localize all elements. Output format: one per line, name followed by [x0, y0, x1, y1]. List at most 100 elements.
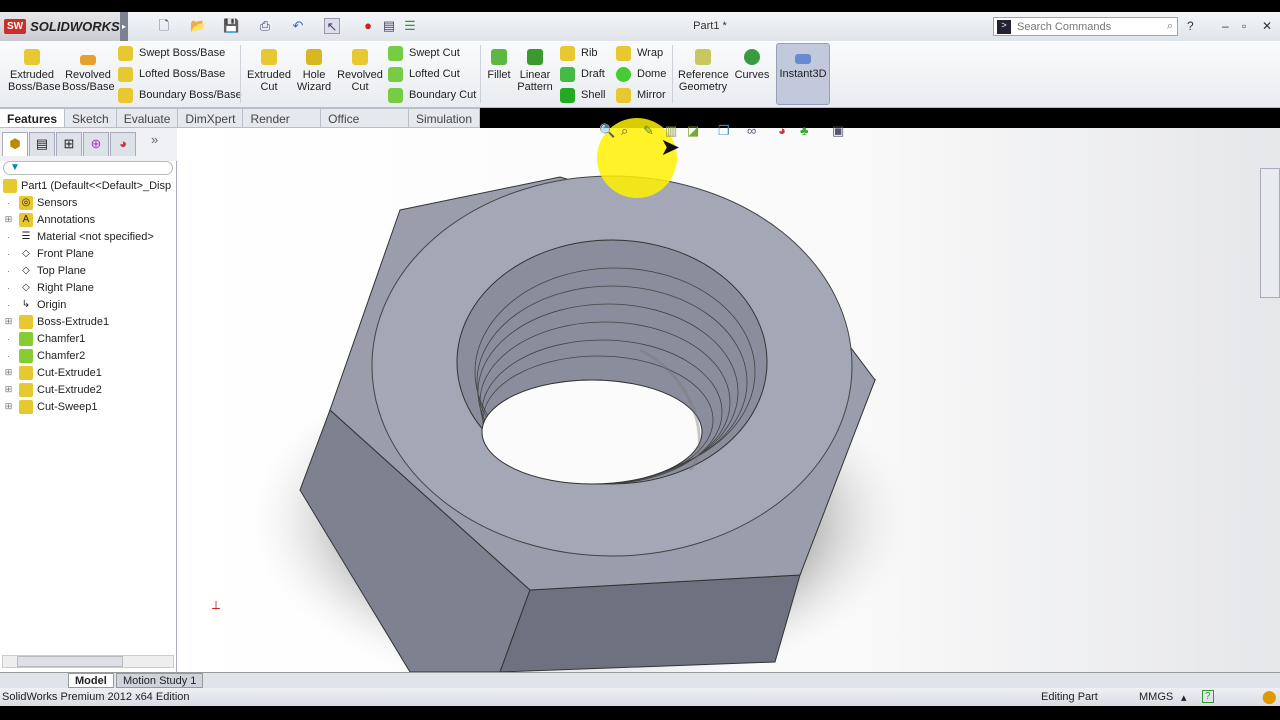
tree-item[interactable]: · Chamfer2 — [0, 347, 85, 364]
revolved-boss-button[interactable]: Revolved Boss/Base — [62, 49, 115, 93]
search-icon[interactable]: ⌕ — [1167, 20, 1173, 33]
tab-model[interactable]: Model — [68, 673, 114, 688]
horizontal-scrollbar[interactable] — [2, 655, 174, 668]
tab-simulation[interactable]: Simulation — [408, 108, 480, 128]
help-icon[interactable]: ? — [1187, 19, 1194, 33]
boundary-boss-button[interactable]: Boundary Boss/Base — [118, 87, 242, 103]
tree-item[interactable]: ⊞ Cut-Sweep1 — [0, 398, 98, 415]
revolved-cut-button[interactable]: Revolved Cut — [337, 49, 383, 93]
view-orientation-icon[interactable]: ◪ — [687, 123, 699, 139]
apply-scene-icon[interactable]: ♣ — [800, 123, 809, 138]
swept-boss-button[interactable]: Swept Boss/Base — [118, 45, 242, 61]
lofted-cut-button[interactable]: Lofted Cut — [388, 66, 476, 82]
zoom-to-fit-icon[interactable]: 🔍 — [599, 123, 615, 139]
dimxpert-manager-tab-icon[interactable]: ⊕ — [83, 132, 109, 156]
expand-icon[interactable]: ⊞ — [4, 367, 13, 378]
fillet-button[interactable]: Fillet — [486, 49, 512, 81]
tree-item[interactable]: · ↳ Origin — [0, 296, 66, 313]
expand-icon[interactable]: ⊞ — [4, 214, 13, 225]
rib-button[interactable]: Rib — [560, 45, 605, 61]
tree-root[interactable]: Part1 (Default<<Default>_Disp — [0, 177, 171, 194]
command-manager-tabs: Features Sketch Evaluate DimXpert Render… — [0, 108, 480, 140]
maximize-button[interactable]: ▫ — [1242, 19, 1246, 33]
extruded-cut-button[interactable]: Extruded Cut — [246, 49, 292, 93]
curves-button[interactable]: Curves — [734, 49, 770, 81]
tab-evaluate[interactable]: Evaluate — [116, 108, 179, 128]
open-icon[interactable]: 📂 — [190, 18, 206, 34]
options-icon[interactable]: ☰ — [402, 18, 418, 34]
tree-item[interactable]: ⊞ A Annotations — [0, 211, 95, 228]
tree-item[interactable]: ⊞ Cut-Extrude1 — [0, 364, 102, 381]
boss-group: Swept Boss/Base Lofted Boss/Base Boundar… — [118, 45, 242, 103]
label: Cut-Sweep1 — [37, 400, 98, 413]
menu-expand-arrow[interactable]: ▸ — [120, 12, 128, 41]
section-view-icon[interactable]: ▥ — [665, 123, 677, 139]
hole-wizard-icon — [306, 49, 322, 65]
edit-appearance-icon[interactable]: ◕ — [778, 123, 786, 138]
lofted-boss-button[interactable]: Lofted Boss/Base — [118, 66, 242, 82]
display-manager-tab-icon[interactable]: ◕ — [110, 132, 136, 156]
close-button[interactable]: ✕ — [1262, 19, 1272, 33]
display-style-icon[interactable]: ❒ — [718, 123, 730, 139]
expand-icon[interactable]: ⊞ — [4, 401, 13, 412]
print-icon[interactable]: ⎙ — [257, 18, 273, 34]
tree-item[interactable]: · ◇ Right Plane — [0, 279, 94, 296]
tree-connector: · — [7, 299, 10, 310]
task-pane-tabs[interactable] — [1260, 168, 1280, 298]
file-properties-icon[interactable]: ▤ — [381, 18, 397, 34]
tree-item[interactable]: · Chamfer1 — [0, 330, 85, 347]
tab-render-tools[interactable]: Render Tools — [243, 108, 322, 140]
graphics-area[interactable]: ➤ ⟂ — [177, 118, 1280, 700]
wrap-button[interactable]: Wrap — [616, 45, 666, 61]
feature-manager-tab-icon[interactable]: ⬢ — [2, 132, 28, 156]
save-icon[interactable]: 💾 — [223, 18, 239, 34]
hide-show-items-icon[interactable]: ∞ — [747, 123, 756, 138]
configuration-manager-tab-icon[interactable]: ⊞ — [56, 132, 82, 156]
tab-features[interactable]: Features — [0, 108, 66, 128]
boundary-cut-button[interactable]: Boundary Cut — [388, 87, 476, 103]
swept-cut-button[interactable]: Swept Cut — [388, 45, 476, 61]
instant3d-button[interactable]: Instant3D — [776, 43, 830, 105]
previous-view-icon[interactable]: ✎ — [643, 123, 654, 139]
help-icon[interactable]: ? — [1202, 690, 1214, 703]
undo-icon[interactable]: ↶ — [290, 18, 306, 34]
view-settings-icon[interactable]: ▣ — [832, 123, 844, 139]
tree-item[interactable]: · ◇ Top Plane — [0, 262, 86, 279]
feature-filter-input[interactable]: ▼ — [3, 161, 173, 175]
rebuild-status-icon[interactable]: ⬤ — [1262, 689, 1277, 705]
search-commands-input[interactable]: > Search Commands ⌕ — [993, 17, 1178, 36]
minimize-button[interactable]: – — [1222, 19, 1229, 33]
tree-item[interactable]: · ☰ Material <not specified> — [0, 228, 154, 245]
tab-motion-study-1[interactable]: Motion Study 1 — [116, 673, 204, 688]
select-icon[interactable]: ↖ — [324, 18, 340, 34]
scroll-thumb[interactable] — [17, 656, 123, 667]
revolved-boss-icon — [80, 55, 96, 65]
tab-office-products[interactable]: Office Products — [321, 108, 409, 140]
hole-wizard-button[interactable]: Hole Wizard — [296, 49, 332, 93]
tree-item[interactable]: ⊞ Cut-Extrude2 — [0, 381, 102, 398]
property-manager-tab-icon[interactable]: ▤ — [29, 132, 55, 156]
tab-dimxpert[interactable]: DimXpert — [178, 108, 244, 128]
dome-button[interactable]: Dome — [616, 66, 666, 82]
tree-item[interactable]: · ◎ Sensors — [0, 194, 77, 211]
solidworks-logo[interactable]: SW SOLIDWORKS — [0, 12, 120, 41]
zoom-to-area-icon[interactable]: ⌕ — [621, 123, 628, 139]
reference-geometry-button[interactable]: Reference Geometry — [678, 49, 729, 93]
mirror-button[interactable]: Mirror — [616, 87, 666, 103]
new-icon[interactable]: 🗋 — [156, 18, 172, 34]
draft-button[interactable]: Draft — [560, 66, 605, 82]
tree-item[interactable]: ⊞ Boss-Extrude1 — [0, 313, 109, 330]
tree-item[interactable]: · ◇ Front Plane — [0, 245, 94, 262]
tab-sketch[interactable]: Sketch — [65, 108, 117, 128]
extruded-cut-icon — [261, 49, 277, 65]
extruded-boss-button[interactable]: Extruded Boss/Base — [8, 49, 61, 93]
expand-icon[interactable]: ⊞ — [4, 316, 13, 327]
label: Cut-Extrude1 — [37, 366, 102, 379]
rebuild-icon[interactable]: ● — [360, 18, 376, 34]
linear-pattern-button[interactable]: Linear Pattern — [516, 49, 554, 93]
more-tabs-icon[interactable]: » — [151, 132, 158, 157]
shell-button[interactable]: Shell — [560, 87, 605, 103]
units-dropdown-icon[interactable]: ▴ — [1181, 691, 1187, 704]
expand-icon[interactable]: ⊞ — [4, 384, 13, 395]
units-selector[interactable]: MMGS — [1139, 691, 1173, 703]
